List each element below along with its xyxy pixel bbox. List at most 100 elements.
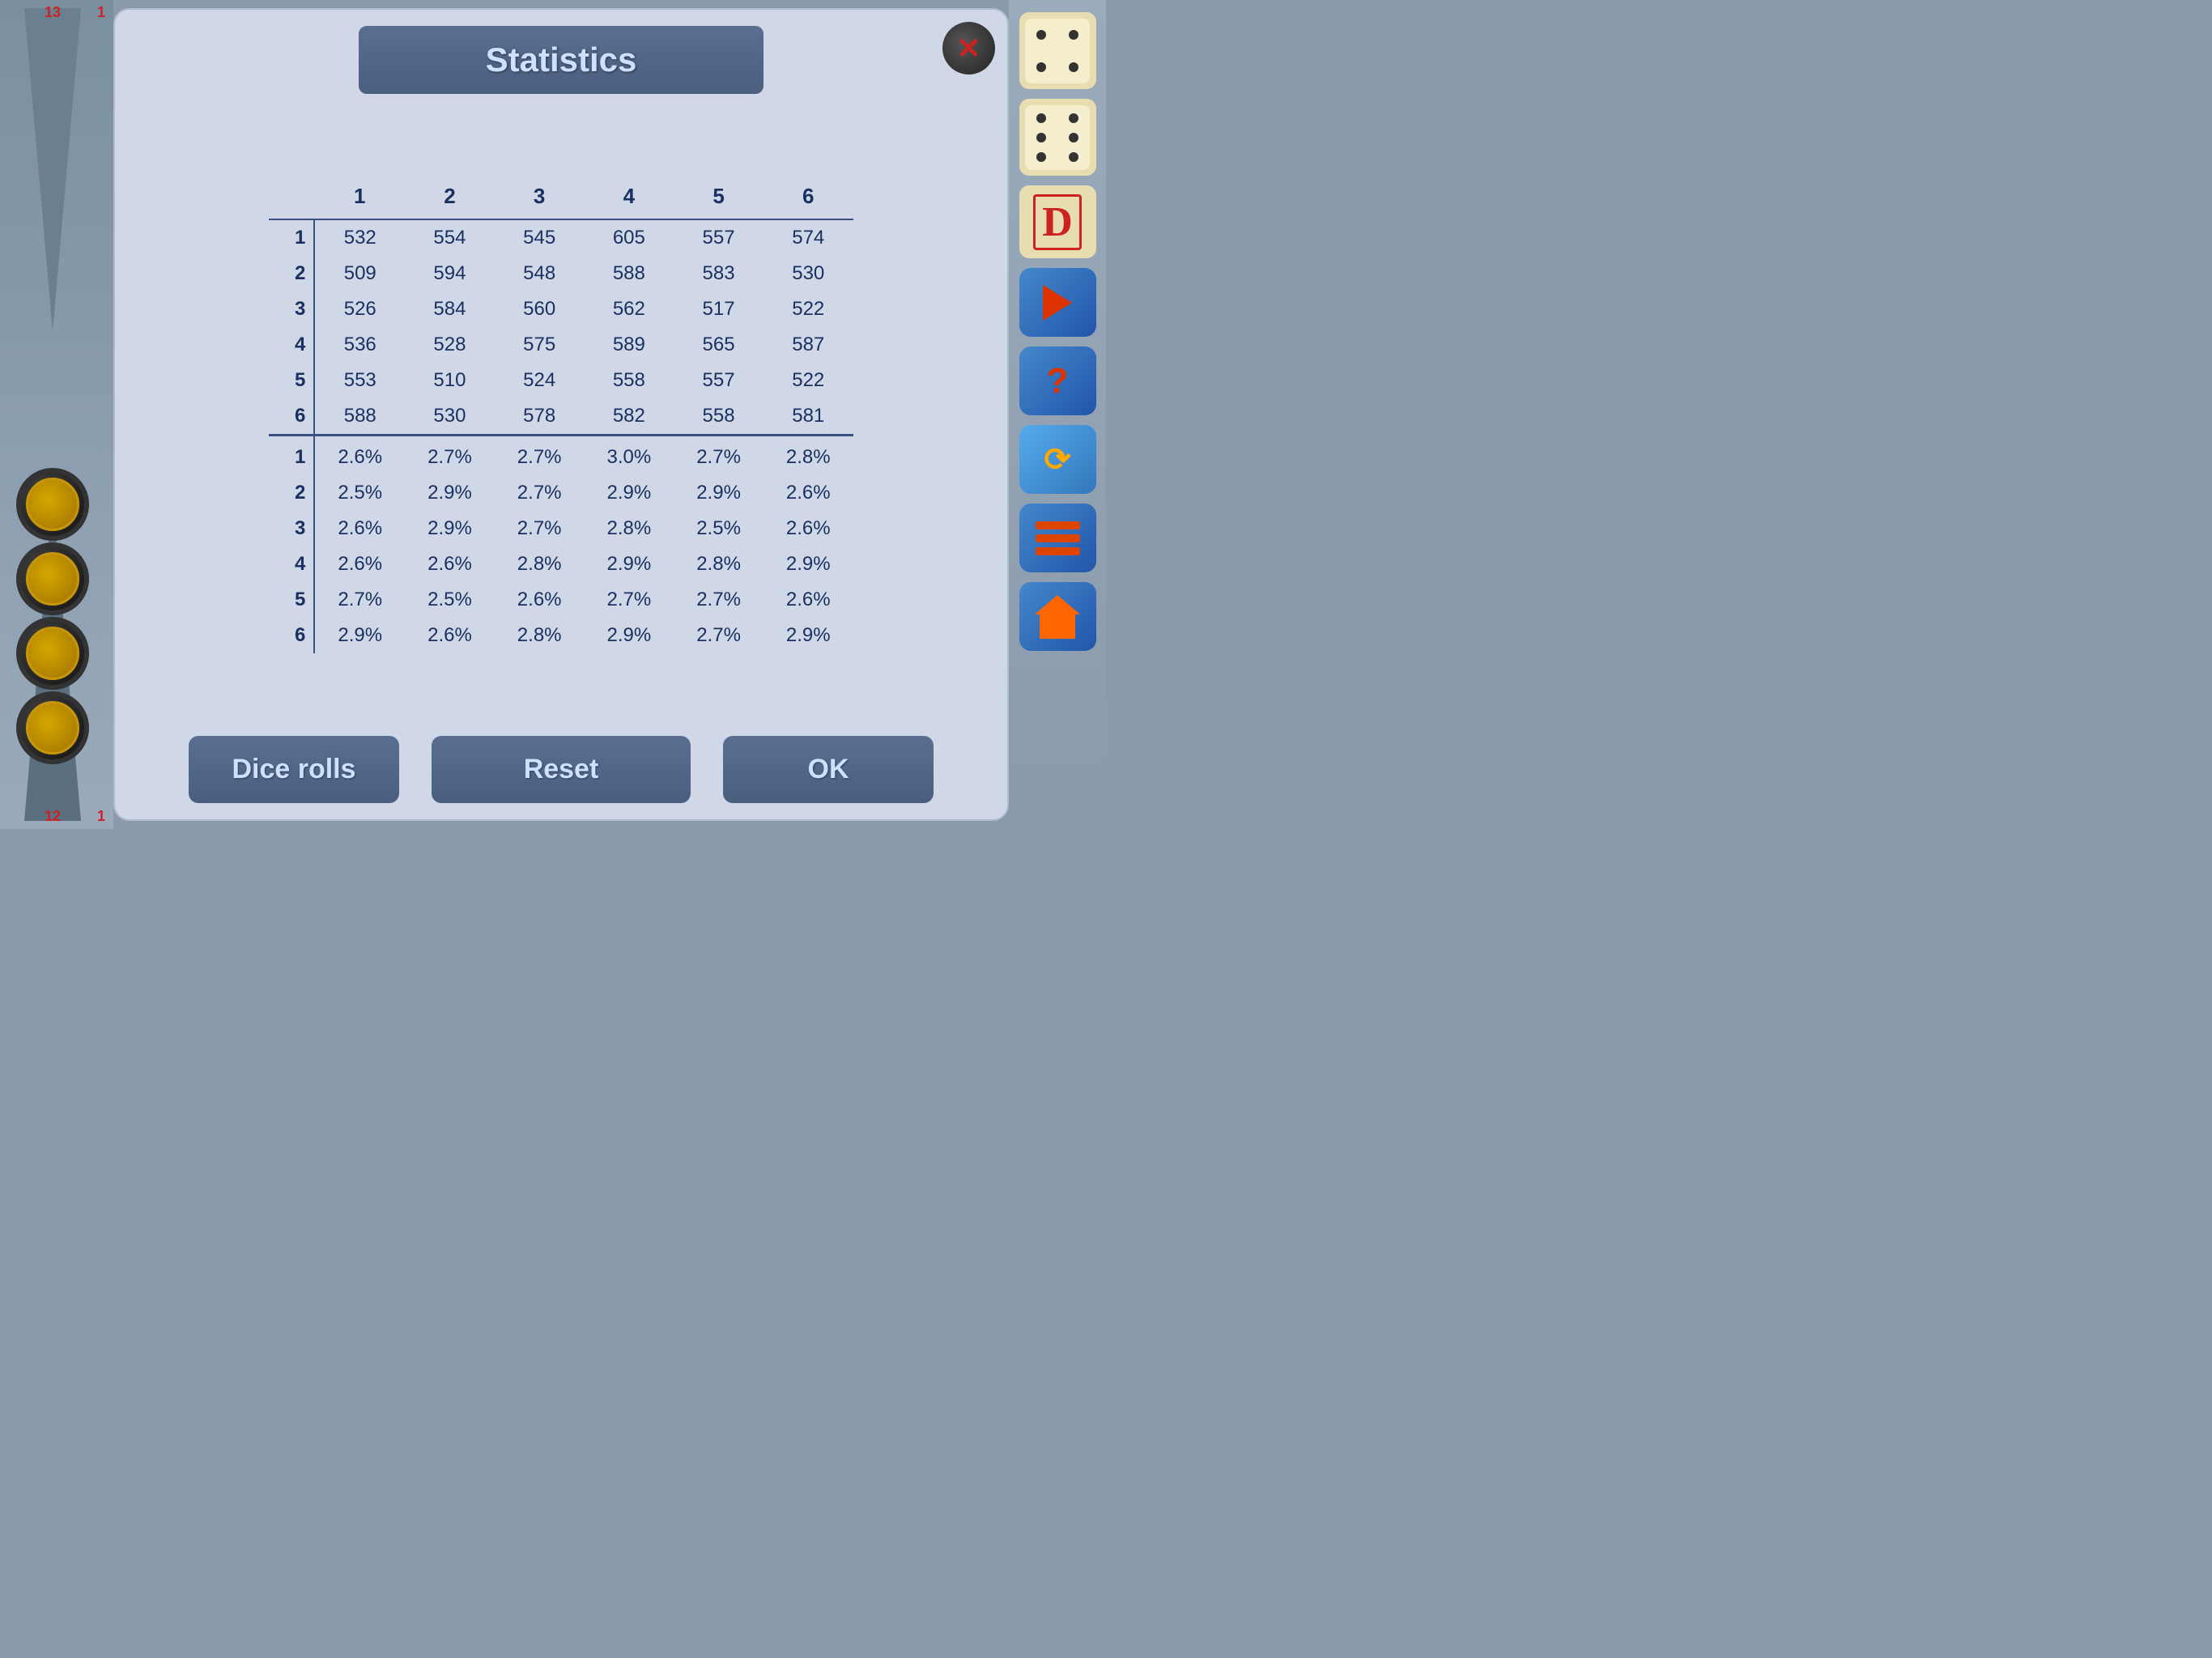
view-button[interactable]: ⟳	[1019, 425, 1096, 494]
percent-row-4: 4 2.6% 2.6% 2.8% 2.9% 2.8% 2.9%	[269, 546, 853, 582]
count-row-2: 2 509 594 548 588 583 530	[269, 256, 853, 291]
statistics-dialog: ✕ Statistics 1 2 3 4 5 6 1	[113, 8, 1009, 821]
pct-2-4: 2.9%	[585, 475, 674, 511]
pct-6-3: 2.8%	[495, 618, 585, 653]
home-icon	[1035, 595, 1080, 639]
dice-4-face	[1025, 19, 1090, 83]
row-label-4: 4	[269, 327, 314, 363]
close-button[interactable]: ✕	[942, 22, 995, 74]
pct-6-4: 2.9%	[585, 618, 674, 653]
cell-6-2: 530	[405, 398, 495, 436]
pct-1-6: 2.8%	[764, 435, 853, 475]
chip-4	[16, 691, 89, 764]
cell-2-3: 548	[495, 256, 585, 291]
dot	[1036, 133, 1046, 142]
cell-6-6: 581	[764, 398, 853, 436]
cell-2-2: 594	[405, 256, 495, 291]
cell-3-1: 526	[314, 291, 405, 327]
pct-label-6: 6	[269, 618, 314, 653]
pct-2-2: 2.9%	[405, 475, 495, 511]
cell-5-1: 553	[314, 363, 405, 398]
d-letter-icon: D	[1033, 194, 1082, 250]
dice-rolls-button[interactable]: Dice rolls	[189, 736, 399, 803]
cell-3-4: 562	[585, 291, 674, 327]
dice-6-button[interactable]	[1019, 99, 1096, 176]
pct-1-3: 2.7%	[495, 435, 585, 475]
cell-1-5: 557	[674, 219, 764, 256]
pct-1-1: 2.6%	[314, 435, 405, 475]
cell-3-6: 522	[764, 291, 853, 327]
board-number-bottom-left: 12	[45, 808, 61, 825]
pct-4-6: 2.9%	[764, 546, 853, 582]
cell-2-4: 588	[585, 256, 674, 291]
pct-4-5: 2.8%	[674, 546, 764, 582]
row-label-5: 5	[269, 363, 314, 398]
cell-2-6: 530	[764, 256, 853, 291]
cell-6-3: 578	[495, 398, 585, 436]
cell-5-5: 557	[674, 363, 764, 398]
col-header-1: 1	[314, 177, 405, 219]
cell-3-3: 560	[495, 291, 585, 327]
dice-4-button[interactable]	[1019, 12, 1096, 89]
row-label-3: 3	[269, 291, 314, 327]
count-row-6: 6 588 530 578 582 558 581	[269, 398, 853, 436]
pct-5-3: 2.6%	[495, 582, 585, 618]
cell-2-5: 583	[674, 256, 764, 291]
play-button[interactable]	[1019, 268, 1096, 337]
percent-row-6: 6 2.9% 2.6% 2.8% 2.9% 2.7% 2.9%	[269, 618, 853, 653]
chip-3	[16, 617, 89, 690]
cell-2-1: 509	[314, 256, 405, 291]
pct-6-5: 2.7%	[674, 618, 764, 653]
eye-refresh-icon: ⟳	[1044, 441, 1071, 478]
table-header-row: 1 2 3 4 5 6	[269, 177, 853, 219]
cell-4-4: 589	[585, 327, 674, 363]
col-header-4: 4	[585, 177, 674, 219]
board-number-top-right: 1	[97, 4, 105, 21]
pct-3-6: 2.6%	[764, 511, 853, 546]
cell-4-5: 565	[674, 327, 764, 363]
question-icon: ?	[1047, 361, 1069, 402]
reset-button[interactable]: Reset	[432, 736, 691, 803]
cell-6-5: 558	[674, 398, 764, 436]
dot	[1069, 152, 1078, 162]
cell-4-6: 587	[764, 327, 853, 363]
percent-row-3: 3 2.6% 2.9% 2.7% 2.8% 2.5% 2.6%	[269, 511, 853, 546]
pct-1-2: 2.7%	[405, 435, 495, 475]
cell-1-1: 532	[314, 219, 405, 256]
menu-icon	[1036, 521, 1080, 555]
dot	[1036, 152, 1046, 162]
dialog-title-bar: Statistics	[359, 26, 764, 94]
right-sidebar: D ? ⟳	[1009, 0, 1106, 829]
board-number-bottom-right: 1	[97, 808, 105, 825]
pct-3-3: 2.7%	[495, 511, 585, 546]
home-button[interactable]	[1019, 582, 1096, 651]
cell-5-4: 558	[585, 363, 674, 398]
cell-4-3: 575	[495, 327, 585, 363]
play-icon	[1043, 285, 1072, 321]
bottom-buttons: Dice rolls Reset OK	[131, 736, 991, 803]
dot	[1069, 62, 1078, 72]
col-header-5: 5	[674, 177, 764, 219]
dot	[1036, 30, 1046, 40]
count-row-3: 3 526 584 560 562 517 522	[269, 291, 853, 327]
pct-2-1: 2.5%	[314, 475, 405, 511]
pct-5-1: 2.7%	[314, 582, 405, 618]
row-label-6: 6	[269, 398, 314, 436]
d-icon-button[interactable]: D	[1019, 185, 1096, 258]
ok-button[interactable]: OK	[723, 736, 934, 803]
pct-label-5: 5	[269, 582, 314, 618]
pct-5-4: 2.7%	[585, 582, 674, 618]
cell-6-4: 582	[585, 398, 674, 436]
col-header-empty	[269, 177, 314, 219]
pct-label-3: 3	[269, 511, 314, 546]
dot	[1069, 30, 1078, 40]
menu-button[interactable]	[1019, 504, 1096, 572]
percent-row-5: 5 2.7% 2.5% 2.6% 2.7% 2.7% 2.6%	[269, 582, 853, 618]
pct-2-3: 2.7%	[495, 475, 585, 511]
pct-4-2: 2.6%	[405, 546, 495, 582]
help-button[interactable]: ?	[1019, 346, 1096, 415]
cell-1-4: 605	[585, 219, 674, 256]
pct-5-6: 2.6%	[764, 582, 853, 618]
row-label-1: 1	[269, 219, 314, 256]
pct-3-2: 2.9%	[405, 511, 495, 546]
